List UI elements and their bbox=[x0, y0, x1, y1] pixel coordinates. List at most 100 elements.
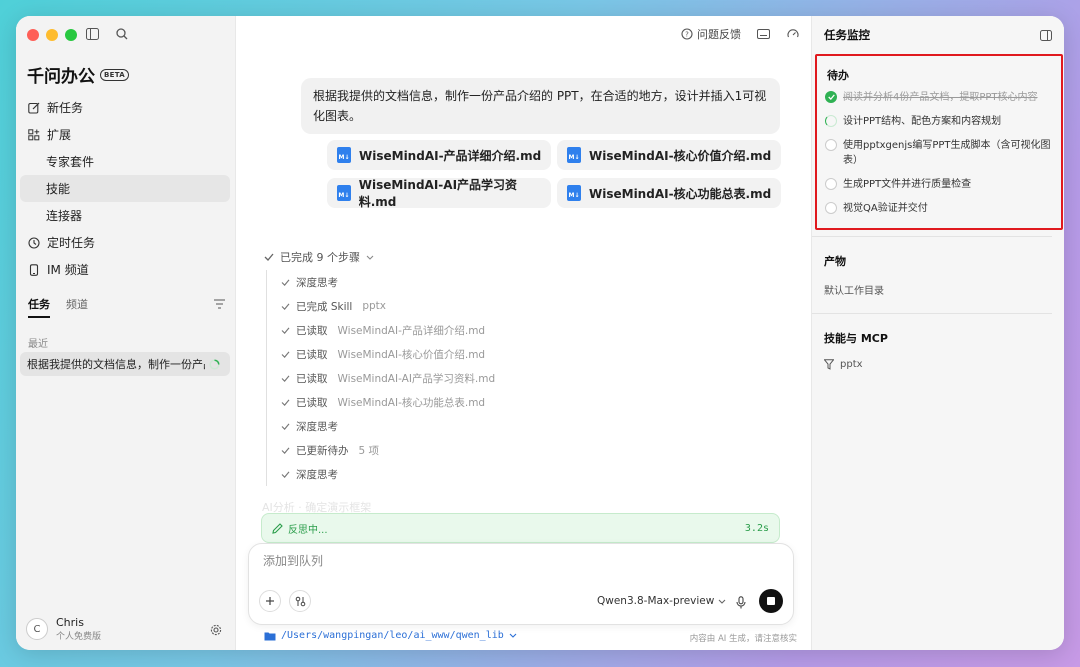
loading-spinner-icon bbox=[209, 358, 220, 370]
microphone-icon[interactable] bbox=[733, 594, 749, 610]
user-message: 根据我提供的文档信息，制作一份产品介绍的 PPT，在合适的地方，设计并插入1可视… bbox=[301, 78, 780, 134]
step-label: 深度思考 bbox=[296, 468, 338, 481]
svg-text:?: ? bbox=[685, 31, 689, 39]
sidebar-item-skills[interactable]: 技能 bbox=[20, 175, 230, 202]
tab-channels[interactable]: 频道 bbox=[66, 296, 88, 318]
step-label: 已完成 Skill bbox=[296, 300, 353, 313]
model-selector[interactable]: Qwen3.8-Max-preview bbox=[597, 595, 726, 607]
recent-label: 最近 bbox=[28, 339, 48, 350]
ai-disclaimer: 内容由 AI 生成，请注意核实 bbox=[689, 634, 797, 644]
todo-section: 待办 阅读并分析4份产品文档，提取PPT核心内容 设计PPT结构、配色方案和内容… bbox=[815, 54, 1063, 230]
gear-icon[interactable] bbox=[208, 622, 224, 638]
clock-icon bbox=[28, 236, 40, 249]
working-directory[interactable]: /Users/wangpingan/leo/ai_www/qwen_lib bbox=[264, 630, 517, 641]
search-icon[interactable] bbox=[114, 26, 130, 42]
step-item: 深度思考 bbox=[281, 270, 495, 294]
brand-title: 千问办公 bbox=[27, 67, 95, 87]
step-detail: WiseMindAI-核心功能总表.md bbox=[337, 396, 486, 409]
zoom-window-button[interactable] bbox=[65, 29, 77, 41]
sidebar-item-label: 新任务 bbox=[47, 101, 84, 115]
feedback-label: 问题反馈 bbox=[697, 28, 741, 41]
keyboard-icon[interactable] bbox=[755, 26, 771, 42]
chevron-down-icon bbox=[718, 599, 726, 604]
panel-toggle-icon[interactable] bbox=[1038, 27, 1054, 43]
divider bbox=[812, 313, 1052, 314]
empty-circle-icon bbox=[825, 202, 837, 214]
todo-item: 生成PPT文件并进行质量检查 bbox=[825, 177, 1057, 192]
step-label: 已更新待办 bbox=[296, 444, 349, 457]
recent-task-item[interactable]: 根据我提供的文档信息，制作一份产品介绍的PPT bbox=[20, 352, 230, 376]
steps-list: 深度思考 已完成 Skill pptx 已读取 WiseMindAI-产品详细介绍.… bbox=[266, 270, 495, 486]
step-label: 深度思考 bbox=[296, 420, 338, 433]
divider bbox=[812, 236, 1052, 237]
queue-input[interactable] bbox=[263, 554, 763, 568]
reflecting-time: 3.2s bbox=[744, 522, 769, 534]
sidebar-item-expert-kits[interactable]: 专家套件 bbox=[20, 148, 230, 175]
model-name: Qwen3.8-Max-preview bbox=[597, 595, 715, 607]
minimize-window-button[interactable] bbox=[46, 29, 58, 41]
check-icon bbox=[281, 471, 290, 478]
sidebar-item-extend[interactable]: 扩展 bbox=[20, 121, 230, 148]
sidebar-item-label: 扩展 bbox=[47, 128, 72, 142]
markdown-file-icon: M↓ bbox=[567, 185, 581, 201]
sidebar-item-label: 连接器 bbox=[46, 209, 83, 223]
sidebar-toggle-icon[interactable] bbox=[84, 26, 100, 42]
funnel-icon bbox=[824, 359, 834, 370]
skill-name: pptx bbox=[840, 359, 863, 370]
chevron-down-icon bbox=[509, 633, 517, 638]
sidebar-item-label: IM 频道 bbox=[47, 263, 89, 277]
progress-circle-icon bbox=[825, 115, 837, 127]
file-attachment[interactable]: M↓ WiseMindAI-产品详细介绍.md bbox=[327, 140, 551, 170]
markdown-file-icon: M↓ bbox=[337, 147, 351, 163]
empty-circle-icon bbox=[825, 178, 837, 190]
check-icon bbox=[264, 253, 274, 261]
sidebar-item-label: 定时任务 bbox=[47, 236, 96, 250]
tab-tasks[interactable]: 任务 bbox=[28, 296, 50, 318]
sidebar-item-scheduled[interactable]: 定时任务 bbox=[20, 229, 230, 256]
steps-toggle[interactable]: 已完成 9 个步骤 bbox=[264, 249, 374, 265]
panel-title: 任务监控 bbox=[824, 28, 870, 42]
file-name: WiseMindAI-核心价值介绍.md bbox=[589, 148, 772, 163]
check-icon bbox=[281, 375, 290, 382]
sidebar-item-connectors[interactable]: 连接器 bbox=[20, 202, 230, 229]
skills-title: 技能与 MCP bbox=[824, 332, 888, 345]
user-profile[interactable]: C Chris 个人免费版 bbox=[26, 616, 101, 642]
step-item: 已读取 WiseMindAI-产品详细介绍.md bbox=[281, 318, 495, 342]
step-item: 已读取 WiseMindAI-AI产品学习资料.md bbox=[281, 366, 495, 390]
step-label: 深度思考 bbox=[296, 276, 338, 289]
step-item: 已读取 WiseMindAI-核心价值介绍.md bbox=[281, 342, 495, 366]
gauge-icon[interactable] bbox=[785, 26, 801, 42]
check-icon bbox=[281, 303, 290, 310]
todo-text: 生成PPT文件并进行质量检查 bbox=[843, 179, 972, 190]
sidebar-item-new-task[interactable]: 新任务 bbox=[20, 94, 230, 121]
close-window-button[interactable] bbox=[27, 29, 39, 41]
file-attachment[interactable]: M↓ WiseMindAI-AI产品学习资料.md bbox=[327, 178, 551, 209]
skill-item[interactable]: pptx bbox=[824, 359, 863, 370]
sidebar-item-im-channel[interactable]: IM 频道 bbox=[20, 256, 230, 283]
main-chat: ? 问题反馈 根据我提供的文档信息，制作一份产品介绍的 PPT，在合适的地方，设… bbox=[236, 16, 811, 650]
edit-icon bbox=[28, 102, 40, 114]
step-detail: 5 项 bbox=[358, 444, 380, 457]
topbar: ? 问题反馈 bbox=[681, 26, 801, 42]
file-name: WiseMindAI-核心功能总表.md bbox=[589, 186, 772, 201]
stop-button[interactable] bbox=[759, 589, 783, 613]
sidebar-nav: 新任务 扩展 专家套件 技能 连接器 定时任务 IM 频道 bbox=[20, 94, 230, 283]
file-attachment[interactable]: M↓ WiseMindAI-核心价值介绍.md bbox=[557, 140, 781, 170]
tools-button[interactable] bbox=[289, 590, 311, 612]
todo-text: 阅读并分析4份产品文档，提取PPT核心内容 bbox=[843, 92, 1038, 103]
stop-icon bbox=[767, 597, 775, 605]
composer: Qwen3.8-Max-preview bbox=[248, 543, 794, 625]
app-window: 千问办公 BETA 新任务 扩展 专家套件 技能 连接器 定时任务 IM 频道 … bbox=[16, 16, 1064, 650]
filter-icon[interactable] bbox=[211, 296, 227, 312]
todo-text: 使用pptxgenjs编写PPT生成脚本（含可视化图表） bbox=[843, 140, 1051, 166]
file-attachment[interactable]: M↓ WiseMindAI-核心功能总表.md bbox=[557, 178, 781, 208]
beta-badge: BETA bbox=[100, 68, 129, 81]
chevron-down-icon bbox=[366, 255, 374, 260]
add-attachment-button[interactable] bbox=[259, 590, 281, 612]
todo-item: 使用pptxgenjs编写PPT生成脚本（含可视化图表） bbox=[825, 138, 1057, 168]
artifacts-directory[interactable]: 默认工作目录 bbox=[824, 282, 884, 297]
sidebar-item-label: 专家套件 bbox=[46, 155, 95, 169]
check-icon bbox=[281, 447, 290, 454]
todo-text: 视觉QA验证并交付 bbox=[843, 203, 928, 214]
feedback-button[interactable]: ? 问题反馈 bbox=[681, 26, 741, 42]
